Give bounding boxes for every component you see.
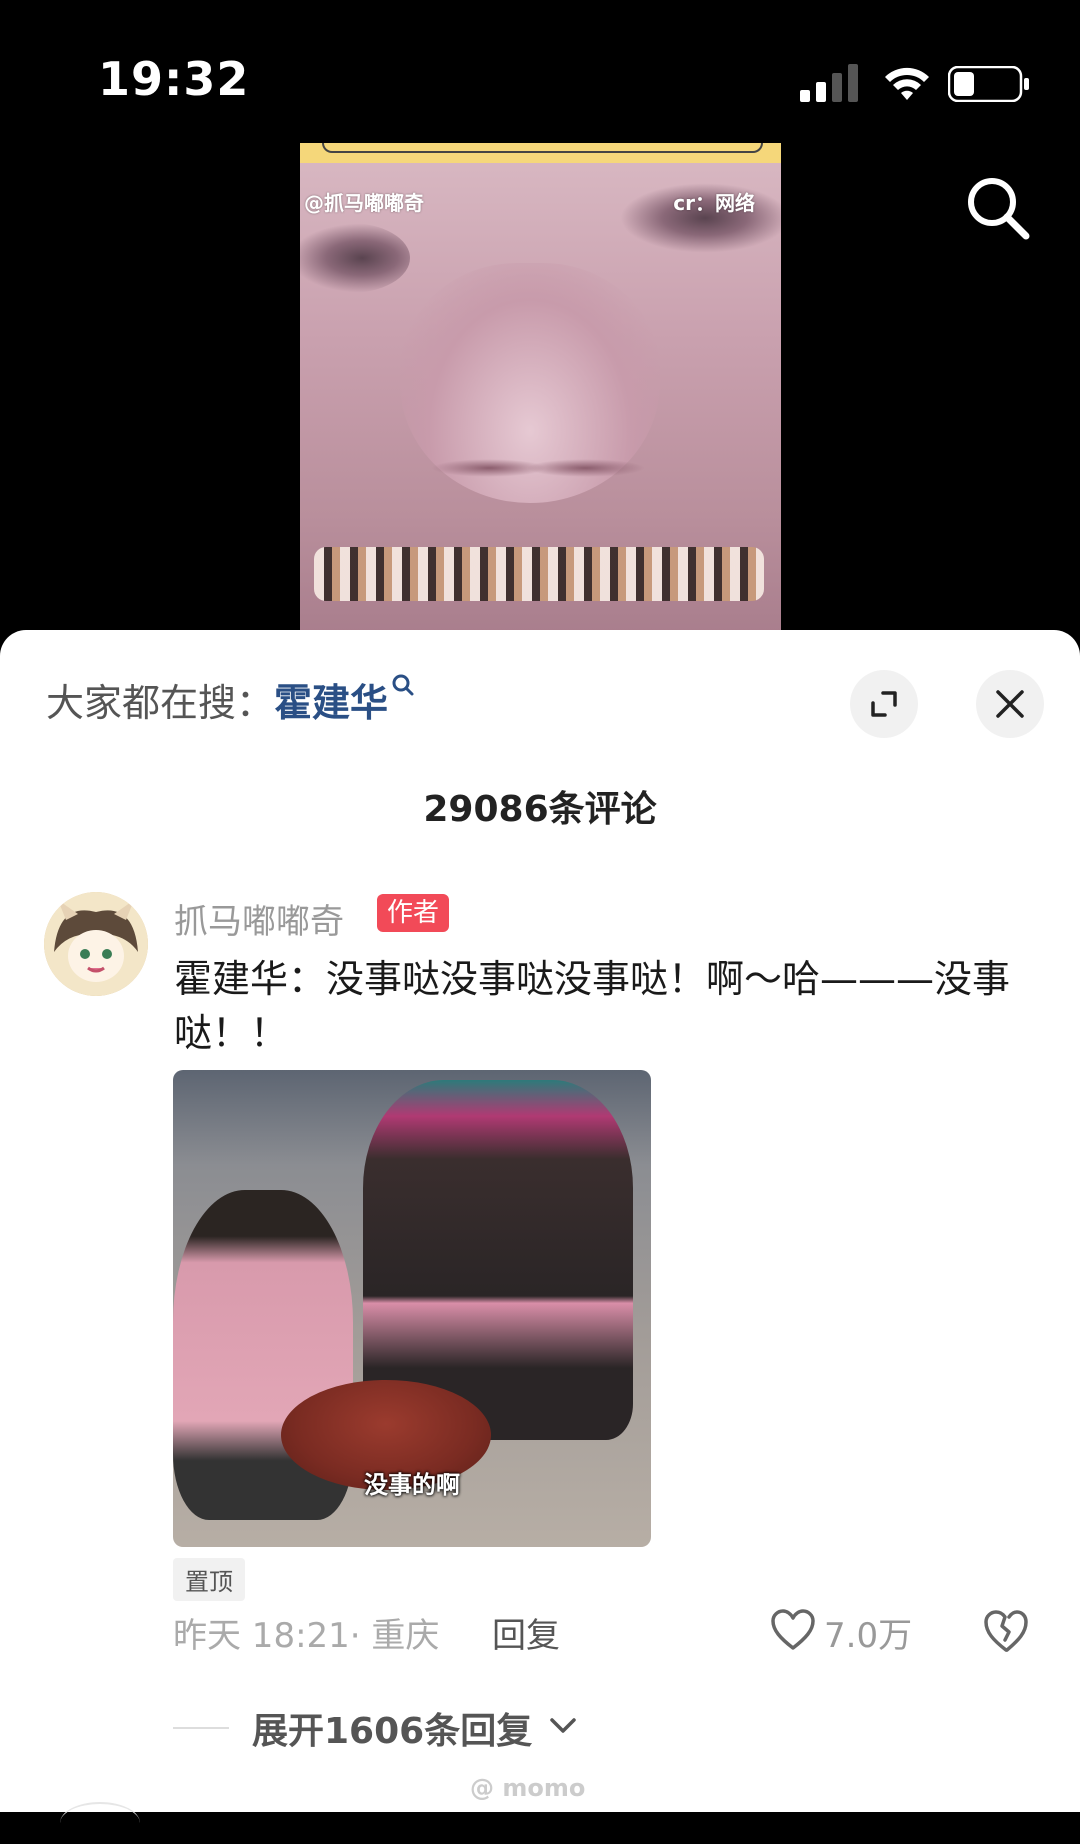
expand-replies-button[interactable]: 展开1606条回复: [252, 1702, 532, 1754]
next-comment-avatar: [60, 1802, 140, 1844]
author-badge: 作者: [377, 894, 450, 932]
bottom-watermark: @ momo: [470, 1774, 586, 1802]
comment-image[interactable]: 没事的啊: [173, 1070, 651, 1547]
heart-icon[interactable]: [770, 1608, 816, 1652]
comment-timestamp: 昨天 18:21· 重庆: [173, 1616, 440, 1656]
comment-username[interactable]: 抓马嘟嘟奇: [174, 894, 344, 943]
trending-prefix: 大家都在搜：: [46, 681, 275, 725]
comment-image-caption: 没事的啊: [364, 1471, 460, 1499]
search-icon[interactable]: [962, 172, 1034, 244]
divider: [173, 1727, 229, 1729]
video-face-detail: [420, 443, 650, 493]
avatar-illustration: [44, 892, 148, 996]
expand-icon: [871, 691, 897, 717]
like-count: 7.0万: [824, 1616, 913, 1656]
video-watermark: @抓马嘟嘟奇: [304, 191, 424, 215]
video-area: 19:32 @抓马嘟嘟奇 cr：网络: [0, 0, 1080, 640]
broken-heart-icon[interactable]: [982, 1608, 1030, 1654]
wifi-icon: [885, 67, 929, 100]
video-face-detail: [300, 223, 410, 293]
video-player[interactable]: @抓马嘟嘟奇 cr：网络: [300, 143, 781, 640]
video-subtitle-mosaic: [314, 547, 764, 601]
status-time: 19:32: [98, 52, 250, 106]
comment-count: 29086条评论: [423, 789, 657, 830]
close-icon: [996, 690, 1024, 718]
search-small-icon: [392, 674, 414, 696]
video-credit: cr：网络: [673, 191, 755, 215]
video-top-strip: [300, 143, 781, 163]
reply-button[interactable]: 回复: [492, 1608, 560, 1657]
battery-icon: [948, 66, 1029, 102]
comments-sheet: 大家都在搜：霍建华 29086条评论 抓马嘟嘟奇 作者 霍建华：没事哒没事哒没事…: [0, 630, 1080, 1812]
chevron-down-icon[interactable]: [548, 1713, 578, 1739]
close-button[interactable]: [976, 670, 1044, 738]
avatar[interactable]: [44, 892, 148, 996]
comment-text: 霍建华：没事哒没事哒没事哒！啊～哈———没事哒！！: [174, 957, 1011, 1055]
trending-term[interactable]: 霍建华: [274, 681, 388, 725]
trending-search[interactable]: 大家都在搜：霍建华: [46, 672, 416, 727]
pinned-tag: 置顶: [173, 1558, 245, 1601]
signal-icon: [800, 64, 858, 102]
expand-button[interactable]: [850, 670, 918, 738]
